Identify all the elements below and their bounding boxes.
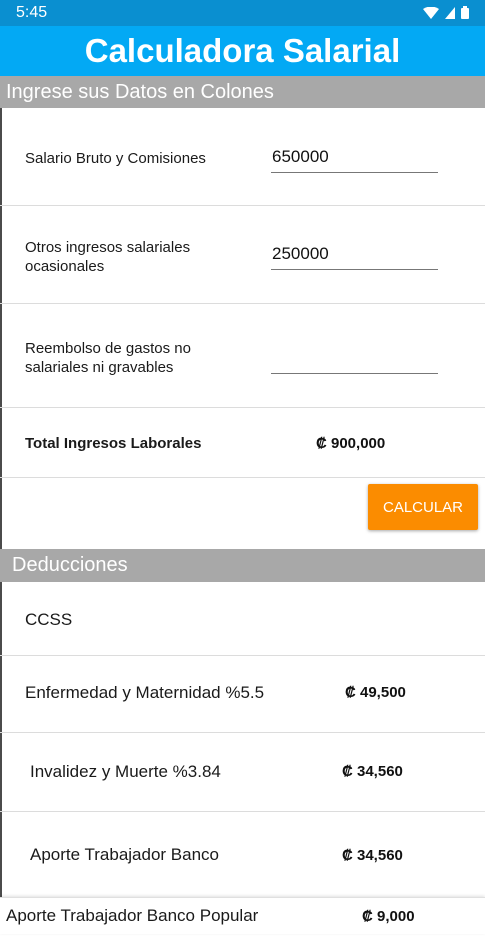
deducciones-header-text: Deducciones [12, 554, 128, 576]
aporte-banco-label: Aporte Trabajador Banco [30, 845, 220, 864]
invalidez-muerte-label: Invalidez y Muerte %3.84 [30, 762, 221, 781]
row-divider [0, 205, 485, 206]
status-bar: 5:45 [0, 0, 485, 26]
row-divider [0, 655, 485, 656]
otros-ingresos-input[interactable]: 250000 [271, 243, 438, 270]
ingresos-header-text: Ingrese sus Datos en Colones [6, 81, 274, 103]
enfermedad-maternidad-value: ₡ 49,500 [345, 684, 406, 701]
salario-bruto-input[interactable]: 650000 [271, 146, 438, 173]
aporte-banco-value: ₡ 34,560 [342, 847, 403, 864]
otros-ingresos-value: 250000 [272, 244, 329, 263]
signal-icon [445, 6, 455, 19]
reembolso-input[interactable] [271, 347, 438, 374]
enfermedad-maternidad-label: Enfermedad y Maternidad %5.5 [25, 683, 265, 702]
section-header-ingresos: Ingrese sus Datos en Colones [0, 76, 485, 108]
row-divider [0, 811, 485, 812]
total-ingresos-label: Total Ingresos Laborales [25, 435, 202, 452]
row-divider [0, 303, 485, 304]
calcular-button[interactable]: CALCULAR [368, 484, 478, 530]
status-time: 5:45 [16, 4, 48, 21]
otros-ingresos-label: Otros ingresos salariales ocasionales [25, 239, 191, 275]
aporte-banco-popular-label: Aporte Trabajador Banco Popular [6, 906, 259, 925]
status-icons [423, 6, 469, 19]
salario-bruto-value: 650000 [272, 147, 329, 166]
battery-icon [461, 6, 469, 19]
bottom-row-banco-popular: Aporte Trabajador Banco Popular ₡ 9,000 [0, 897, 485, 934]
invalidez-muerte-value: ₡ 34,560 [342, 763, 403, 780]
app-title-bar: Calculadora Salarial [0, 26, 485, 76]
reembolso-label: Reembolso de gastos no salariales ni gra… [25, 340, 191, 376]
salario-bruto-label: Salario Bruto y Comisiones [25, 150, 206, 167]
ccss-label: CCSS [25, 610, 73, 629]
row-divider [0, 477, 485, 478]
row-divider [0, 732, 485, 733]
total-ingresos-value: ₡ 900,000 [316, 435, 386, 452]
row-divider [0, 407, 485, 408]
section-header-deducciones: Deducciones [0, 549, 485, 582]
app-title: Calculadora Salarial [84, 32, 401, 69]
aporte-banco-popular-value: ₡ 9,000 [362, 908, 415, 925]
wifi-icon [423, 6, 439, 19]
